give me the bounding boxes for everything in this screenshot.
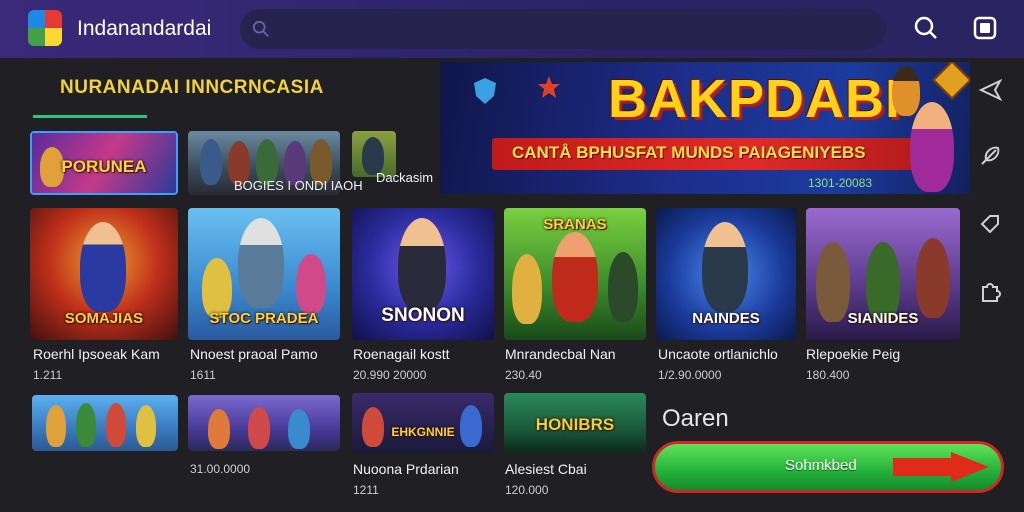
game-meta: 1.211 (33, 368, 63, 382)
puzzle-icon[interactable] (978, 280, 1002, 304)
game-meta: 1611 (190, 368, 216, 382)
game-name[interactable]: Uncaote ortlanichlo (658, 346, 778, 362)
game-card-tag: SIANIDES (847, 309, 919, 327)
featured-caption-2: Dackasim (376, 170, 434, 185)
side-label: Oaren (662, 405, 729, 432)
app-logo[interactable] (28, 10, 62, 46)
arrow-right-icon (893, 452, 989, 482)
section-heading: NURANADAI INNCRNCASIA (60, 77, 324, 98)
game-card-4[interactable]: SRANAS (504, 208, 646, 340)
cta-button[interactable]: Sohmkbed (652, 441, 1004, 493)
section-underline (33, 115, 147, 118)
featured-caption: BOGIES I ONDI IAOH (234, 178, 363, 193)
game-card-1[interactable]: SOMAJIAS (30, 208, 178, 340)
game-card-5[interactable]: NAINDES (656, 208, 796, 340)
banner-character (910, 102, 954, 192)
banner-character-2 (892, 66, 920, 116)
game-card-7[interactable] (32, 395, 178, 451)
game-name[interactable]: Mnrandecbal Nan (505, 346, 616, 362)
game-meta: 230.40 (505, 368, 542, 382)
game-card-tag: HONIBRS (535, 415, 615, 434)
star-icon (538, 76, 560, 98)
game-card-tag: SNONON (381, 304, 465, 326)
banner-title: BAKPDABI (608, 69, 902, 129)
app-title: Indanandardai (77, 17, 212, 40)
featured-tile-label: PORUNEA (61, 157, 147, 176)
game-name[interactable]: Roerhl Ipsoeak Kam (33, 346, 160, 362)
game-card-tag: NAINDES (692, 309, 760, 327)
game-meta: 180.400 (806, 368, 850, 382)
top-bar: Indanandardai (0, 0, 1024, 58)
search-icon (252, 20, 269, 37)
search-input[interactable] (240, 9, 886, 49)
game-name[interactable]: Rlepoekie Peig (806, 346, 900, 362)
game-card-tag: EHKGNNIE (391, 425, 455, 439)
game-meta: 31.00.0000 (190, 462, 251, 476)
game-card-3[interactable]: SNONON (352, 208, 494, 340)
game-card-2[interactable]: STOC PRADEA (188, 208, 340, 340)
promo-banner[interactable]: BAKPDABI CANTÅ BPHUSFAT MUNDS PAIAGENIYE… (440, 62, 970, 194)
cta-button-label: Sohmkbed (785, 457, 857, 474)
game-card-6[interactable]: SIANIDES (806, 208, 960, 340)
game-name[interactable]: Alesiest Cbai (505, 461, 587, 477)
game-card-10[interactable]: HONIBRS (504, 393, 646, 453)
game-card-tag: STOC PRADEA (209, 309, 319, 327)
game-card-9[interactable]: EHKGNNIE (352, 393, 494, 453)
game-meta: 1/2.90.0000 (658, 368, 722, 382)
game-meta: 20.990 20000 (353, 368, 427, 382)
game-name[interactable]: Nnoest praoal Pamo (190, 346, 318, 362)
game-meta: 120.000 (505, 483, 549, 497)
game-card-8[interactable] (188, 395, 340, 451)
game-card-tag: SOMAJIAS (64, 309, 144, 327)
banner-subtitle: CANTÅ BPHUSFAT MUNDS PAIAGENIYEBS (512, 143, 866, 162)
banner-date: 1301-20083 (808, 176, 873, 190)
featured-tile-1[interactable]: PORUNEA (30, 131, 178, 195)
game-name[interactable]: Roenagail kostt (353, 346, 450, 362)
game-name[interactable]: Nuoona Prdarian (353, 461, 459, 477)
search-icon[interactable] (913, 15, 939, 41)
game-meta: 1211 (353, 483, 379, 497)
feather-icon[interactable] (978, 144, 1002, 168)
send-icon[interactable] (978, 78, 1002, 102)
game-card-tag: SRANAS (543, 216, 607, 233)
window-icon[interactable] (972, 15, 998, 41)
badge-icon (932, 62, 970, 100)
tag-icon[interactable] (978, 212, 1002, 236)
shield-icon (474, 78, 496, 104)
